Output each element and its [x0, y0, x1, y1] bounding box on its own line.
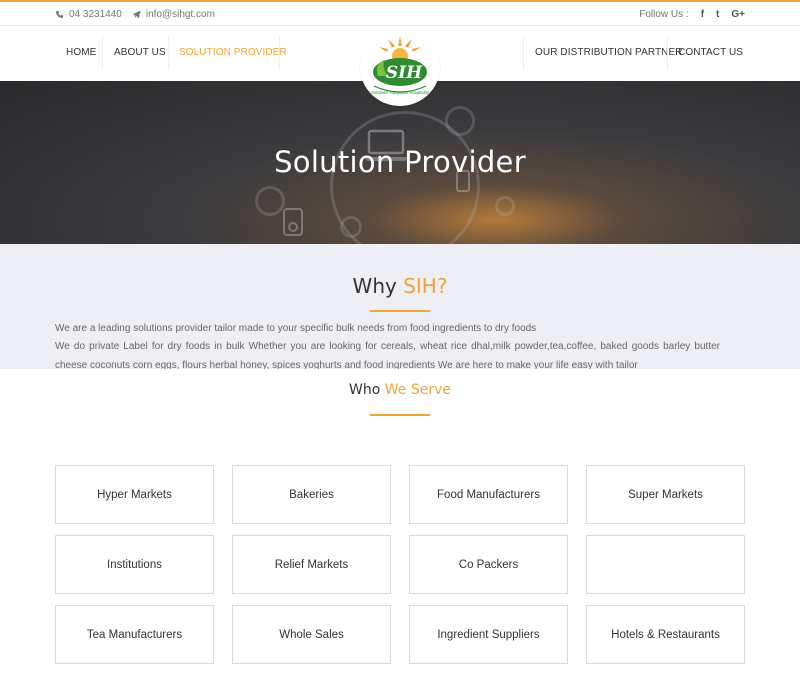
serve-card[interactable]: Relief Markets	[232, 535, 391, 594]
site-logo[interactable]: SIH Solutions Integrated Hospitality	[360, 28, 440, 106]
hero-decor-circle	[495, 196, 515, 216]
nav-home[interactable]: HOME	[66, 47, 96, 58]
phone-number: 04 3231440	[69, 9, 122, 20]
phone-icon	[56, 10, 64, 19]
serve-card[interactable]: Institutions	[55, 535, 214, 594]
why-heading-highlight: SIH?	[403, 274, 448, 298]
serve-card[interactable]: Bakeries	[232, 465, 391, 524]
why-paragraph-2: We do private Label for dry foods in bul…	[55, 341, 720, 369]
why-section: Why SIH? We are a leading solutions prov…	[0, 244, 800, 369]
nav-divider	[102, 36, 103, 70]
nav-about[interactable]: ABOUT US	[114, 47, 166, 58]
media-player-icon	[283, 208, 303, 236]
top-bar: 04 3231440 info@sihgt.com Follow Us : f …	[0, 0, 800, 26]
social-links: Follow Us : f t G+	[639, 9, 745, 20]
logo-tagline: Solutions Integrated Hospitality	[371, 90, 430, 95]
serve-card[interactable]: Hotels & Restaurants	[586, 605, 745, 664]
nav-divider	[667, 36, 668, 70]
email-contact[interactable]: info@sihgt.com	[132, 9, 215, 20]
why-paragraph-1: We are a leading solutions provider tail…	[55, 323, 537, 334]
nav-divider	[523, 36, 524, 70]
hero-decor-circle	[255, 186, 285, 216]
serve-card[interactable]: Super Markets	[586, 465, 745, 524]
logo-text: SIH	[386, 63, 423, 83]
serve-underline	[370, 414, 430, 416]
nav-distribution-partner[interactable]: OUR DISTRIBUTION PARTNER	[535, 47, 683, 58]
hero-title: Solution Provider	[274, 145, 526, 179]
serve-card[interactable]: Ingredient Suppliers	[409, 605, 568, 664]
why-heading: Why SIH?	[0, 274, 800, 298]
serve-card[interactable]: Food Manufacturers	[409, 465, 568, 524]
follow-label: Follow Us :	[639, 9, 689, 20]
nav-divider	[168, 36, 169, 70]
why-underline	[370, 310, 430, 312]
phone-contact[interactable]: 04 3231440	[55, 9, 122, 20]
why-heading-prefix: Why	[352, 274, 397, 298]
serve-heading-prefix: Who	[349, 382, 381, 398]
facebook-icon[interactable]: f	[701, 9, 704, 20]
google-plus-icon[interactable]: G+	[731, 9, 745, 20]
serve-grid: Hyper Markets Bakeries Food Manufacturer…	[55, 465, 745, 664]
serve-heading-highlight: We Serve	[384, 382, 451, 398]
serve-card-empty[interactable]	[586, 535, 745, 594]
serve-card[interactable]: Co Packers	[409, 535, 568, 594]
email-address: info@sihgt.com	[145, 9, 215, 20]
serve-card[interactable]: Hyper Markets	[55, 465, 214, 524]
sih-logo-icon: SIH Solutions Integrated Hospitality	[371, 36, 430, 95]
nav-solution-provider[interactable]: SOLUTION PROVIDER	[179, 47, 287, 58]
nav-contact[interactable]: CONTACT US	[678, 47, 743, 58]
hero-decor-circle	[445, 106, 475, 136]
paper-plane-icon	[132, 10, 141, 19]
twitter-icon[interactable]: t	[716, 9, 719, 20]
contact-info: 04 3231440 info@sihgt.com	[55, 9, 215, 20]
serve-card[interactable]: Whole Sales	[232, 605, 391, 664]
serve-heading: Who We Serve	[0, 382, 800, 398]
serve-card[interactable]: Tea Manufacturers	[55, 605, 214, 664]
nav-divider	[279, 36, 280, 70]
hero-decor-circle	[340, 216, 362, 238]
